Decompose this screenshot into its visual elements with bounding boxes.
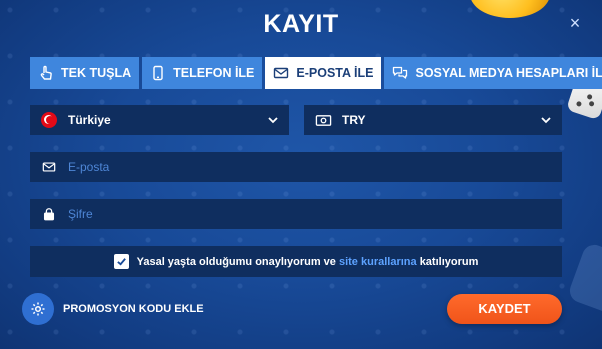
currency-value: TRY: [342, 113, 366, 127]
hand-pointer-icon: [38, 65, 54, 81]
lock-icon: [40, 205, 58, 223]
tab-social-media[interactable]: SOSYAL MEDYA HESAPLARI İLE: [384, 57, 602, 89]
tab-label: SOSYAL MEDYA HESAPLARI İLE: [415, 66, 602, 80]
country-select[interactable]: Türkiye: [30, 105, 289, 135]
registration-tabs: TEK TUŞLA TELEFON İLE E-POSTA İLE SOSYAL…: [30, 57, 602, 89]
envelope-icon: [40, 158, 58, 176]
blurred-decoration: [566, 241, 602, 319]
consent-text: Yasal yaşta olduğumu onaylıyorum ve site…: [137, 256, 479, 268]
consent-text-after: katılıyorum: [419, 255, 479, 268]
consent-text-before: Yasal yaşta olduğumu onaylıyorum ve: [136, 255, 336, 268]
email-placeholder: E-posta: [68, 160, 110, 174]
promo-code-toggle[interactable]: PROMOSYON KODU EKLE: [22, 293, 204, 325]
password-placeholder: Şifre: [68, 207, 93, 221]
email-field[interactable]: E-posta: [30, 152, 562, 182]
modal-title: KAYIT: [263, 10, 339, 38]
country-value: Türkiye: [68, 113, 111, 127]
phone-icon: [150, 65, 166, 81]
banknote-icon: [314, 111, 332, 129]
turkey-flag-icon: [40, 111, 58, 129]
tab-one-click[interactable]: TEK TUŞLA: [30, 57, 140, 89]
registration-modal: KAYIT × TEK TUŞLA TELEFON İLE E-POSTA İL…: [0, 0, 602, 349]
gear-icon[interactable]: [22, 293, 54, 325]
promo-label: PROMOSYON KODU EKLE: [63, 303, 204, 315]
currency-select[interactable]: TRY: [304, 105, 562, 135]
tab-label: TELEFON İLE: [173, 66, 255, 80]
consent-checkbox[interactable]: [113, 254, 129, 269]
tab-phone[interactable]: TELEFON İLE: [142, 57, 263, 89]
tab-label: TEK TUŞLA: [61, 66, 132, 80]
chevron-down-icon: [540, 114, 552, 126]
close-icon[interactable]: ×: [566, 14, 584, 32]
password-field[interactable]: Şifre: [30, 199, 562, 229]
envelope-icon: [273, 65, 289, 81]
chat-bubbles-icon: [392, 65, 408, 81]
tab-email[interactable]: E-POSTA İLE: [265, 57, 382, 89]
consent-row: Yasal yaşta olduğumu onaylıyorum ve site…: [30, 246, 562, 277]
tab-label: E-POSTA İLE: [296, 66, 374, 80]
save-button[interactable]: KAYDET: [447, 294, 562, 324]
site-rules-link[interactable]: site kurallarına: [339, 256, 417, 268]
chevron-down-icon: [267, 114, 279, 126]
